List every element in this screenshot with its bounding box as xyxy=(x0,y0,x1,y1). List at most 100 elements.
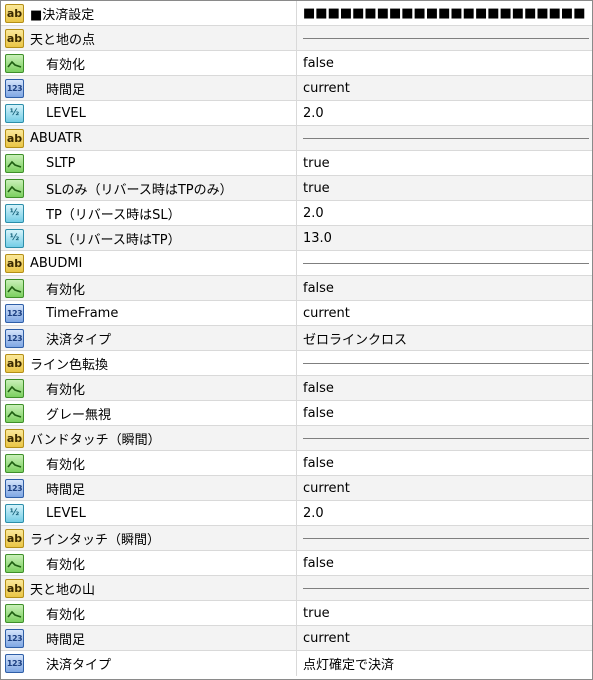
param-value-cell[interactable]: false xyxy=(297,451,592,475)
param-value-cell[interactable]: false xyxy=(297,51,592,75)
bool-type-icon xyxy=(5,153,24,173)
param-value: false xyxy=(303,405,334,421)
type-icon-glyph: 123 xyxy=(6,633,23,643)
param-label: SLTP xyxy=(46,155,76,171)
param-value-cell[interactable] xyxy=(297,351,592,375)
param-value-cell[interactable]: current xyxy=(297,476,592,500)
param-value: true xyxy=(303,155,330,171)
double-type-icon: ½ xyxy=(5,103,24,123)
param-value-cell[interactable] xyxy=(297,126,592,150)
param-row[interactable]: ½ LEVEL 2.0 xyxy=(1,501,592,526)
double-type-icon: ½ xyxy=(5,203,24,223)
param-label: ABUDMI xyxy=(30,255,83,271)
param-name-cell: ab ABUDMI xyxy=(1,251,297,275)
param-value-cell[interactable] xyxy=(297,251,592,275)
param-label: 時間足 xyxy=(46,632,86,648)
param-row[interactable]: 有効化 false xyxy=(1,276,592,301)
param-row[interactable]: 有効化 false xyxy=(1,376,592,401)
param-value-cell[interactable]: current xyxy=(297,76,592,100)
int-type-icon: 123 xyxy=(5,478,24,498)
bool-type-icon xyxy=(5,378,24,398)
param-row[interactable]: ab ラインタッチ（瞬間） xyxy=(1,526,592,551)
param-row[interactable]: 123 時間足 current xyxy=(1,476,592,501)
param-value-cell[interactable]: 点灯確定で決済 xyxy=(297,651,592,676)
param-row[interactable]: ab ABUATR xyxy=(1,126,592,151)
param-row[interactable]: ab ライン色転換 xyxy=(1,351,592,376)
param-value-cell[interactable] xyxy=(297,576,592,600)
double-type-icon: ½ xyxy=(5,503,24,523)
param-value: ■■■■■■■■■■■■■■■■■■■■■■■ xyxy=(303,5,586,21)
param-value-cell[interactable]: false xyxy=(297,376,592,400)
param-value: false xyxy=(303,455,334,471)
param-value-cell[interactable]: true xyxy=(297,176,592,200)
param-name-cell: ½ TP（リバース時はSL） xyxy=(1,201,297,225)
param-label: 天と地の山 xyxy=(30,582,96,598)
param-name-cell: 123 時間足 xyxy=(1,476,297,500)
param-row[interactable]: 有効化 false xyxy=(1,51,592,76)
param-label: 有効化 xyxy=(46,607,86,623)
param-row[interactable]: ab 天と地の点 xyxy=(1,26,592,51)
type-icon-glyph: ½ xyxy=(9,108,20,118)
separator-line xyxy=(303,137,589,139)
param-name-cell: SLTP xyxy=(1,151,297,175)
param-label: LEVEL xyxy=(46,505,86,521)
param-row[interactable]: 有効化 false xyxy=(1,451,592,476)
param-value-cell[interactable]: false xyxy=(297,401,592,425)
param-value-cell[interactable]: true xyxy=(297,601,592,625)
param-value-cell[interactable]: current xyxy=(297,301,592,325)
param-row[interactable]: グレー無視 false xyxy=(1,401,592,426)
param-name-cell: ab ラインタッチ（瞬間） xyxy=(1,526,297,550)
int-type-icon: 123 xyxy=(5,78,24,98)
param-value-cell[interactable] xyxy=(297,526,592,550)
param-row[interactable]: ab ABUDMI xyxy=(1,251,592,276)
bool-type-icon xyxy=(5,603,24,623)
int-type-icon: 123 xyxy=(5,303,24,323)
param-value-cell[interactable]: true xyxy=(297,151,592,175)
type-icon-glyph: 123 xyxy=(6,659,23,668)
separator-line xyxy=(303,262,589,264)
separator-line xyxy=(303,362,589,364)
type-icon-glyph: 123 xyxy=(6,333,23,343)
param-value-cell[interactable]: false xyxy=(297,551,592,575)
param-label: グレー無視 xyxy=(46,407,112,423)
param-value-cell[interactable]: ■■■■■■■■■■■■■■■■■■■■■■■ xyxy=(297,1,592,25)
type-icon-glyph: ½ xyxy=(9,233,20,243)
type-icon-glyph: ab xyxy=(6,256,23,270)
param-label: SLのみ（リバース時はTPのみ） xyxy=(46,182,233,198)
param-row[interactable]: SLのみ（リバース時はTPのみ） true xyxy=(1,176,592,201)
param-row[interactable]: 123 決済タイプ ゼロラインクロス xyxy=(1,326,592,351)
param-name-cell: 123 時間足 xyxy=(1,76,297,100)
param-value-cell[interactable]: 13.0 xyxy=(297,226,592,250)
param-value-cell[interactable] xyxy=(297,426,592,450)
param-name-cell: 有効化 xyxy=(1,376,297,400)
param-row[interactable]: ab 天と地の山 xyxy=(1,576,592,601)
param-value-cell[interactable]: 2.0 xyxy=(297,201,592,225)
param-row[interactable]: 123 TimeFrame current xyxy=(1,301,592,326)
param-row[interactable]: ab ■決済設定 ■■■■■■■■■■■■■■■■■■■■■■■ xyxy=(1,1,592,26)
param-row[interactable]: ½ SL（リバース時はTP） 13.0 xyxy=(1,226,592,251)
param-row[interactable]: 123 時間足 current xyxy=(1,76,592,101)
param-row[interactable]: 123 時間足 current xyxy=(1,626,592,651)
param-row[interactable]: 有効化 false xyxy=(1,551,592,576)
param-row[interactable]: ab バンドタッチ（瞬間） xyxy=(1,426,592,451)
param-value-cell[interactable]: 2.0 xyxy=(297,501,592,525)
param-row[interactable]: 123 決済タイプ 点灯確定で決済 xyxy=(1,651,592,676)
param-row[interactable]: SLTP true xyxy=(1,151,592,176)
param-value-cell[interactable]: current xyxy=(297,626,592,650)
string-type-icon: ab xyxy=(5,528,24,548)
param-name-cell: ab ライン色転換 xyxy=(1,351,297,375)
param-value-cell[interactable]: 2.0 xyxy=(297,101,592,125)
type-icon-glyph: 123 xyxy=(6,308,23,318)
param-label: ライン色転換 xyxy=(30,357,109,373)
param-value-cell[interactable] xyxy=(297,26,592,50)
param-row[interactable]: ½ LEVEL 2.0 xyxy=(1,101,592,126)
param-label: ABUATR xyxy=(30,130,83,146)
param-value-cell[interactable]: false xyxy=(297,276,592,300)
param-row[interactable]: ½ TP（リバース時はSL） 2.0 xyxy=(1,201,592,226)
param-value: 点灯確定で決済 xyxy=(303,658,395,673)
param-value-cell[interactable]: ゼロラインクロス xyxy=(297,326,592,350)
double-type-icon: ½ xyxy=(5,228,24,248)
string-type-icon: ab xyxy=(5,3,24,23)
bool-type-icon xyxy=(5,553,24,573)
param-row[interactable]: 有効化 true xyxy=(1,601,592,626)
